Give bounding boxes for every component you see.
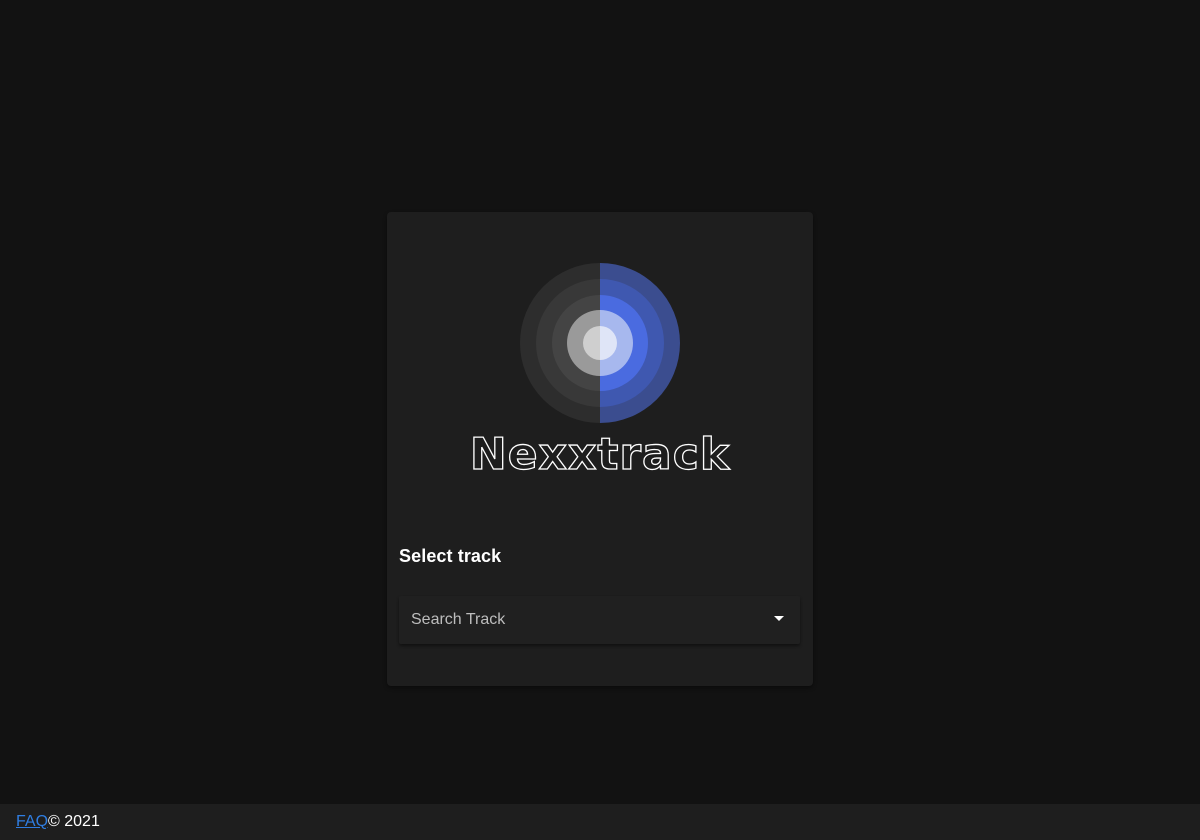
faq-link[interactable]: FAQ [16, 813, 48, 831]
footer: FAQ © 2021 [0, 804, 1200, 840]
brand-wordmark: Nexxtrack [469, 428, 731, 472]
track-select-card: Nexxtrack Select track [387, 212, 813, 686]
select-track-heading: Select track [399, 546, 502, 566]
brand-name: Nexxtrack [470, 429, 731, 472]
nexxtrack-logo: Nexxtrack [467, 262, 733, 472]
page: Nexxtrack Select track FAQ © 2021 [0, 0, 1200, 840]
copyright-text: © 2021 [48, 813, 100, 830]
search-track-input[interactable] [399, 596, 759, 644]
track-search-select[interactable] [399, 596, 800, 644]
caret-down-icon[interactable] [774, 616, 784, 621]
